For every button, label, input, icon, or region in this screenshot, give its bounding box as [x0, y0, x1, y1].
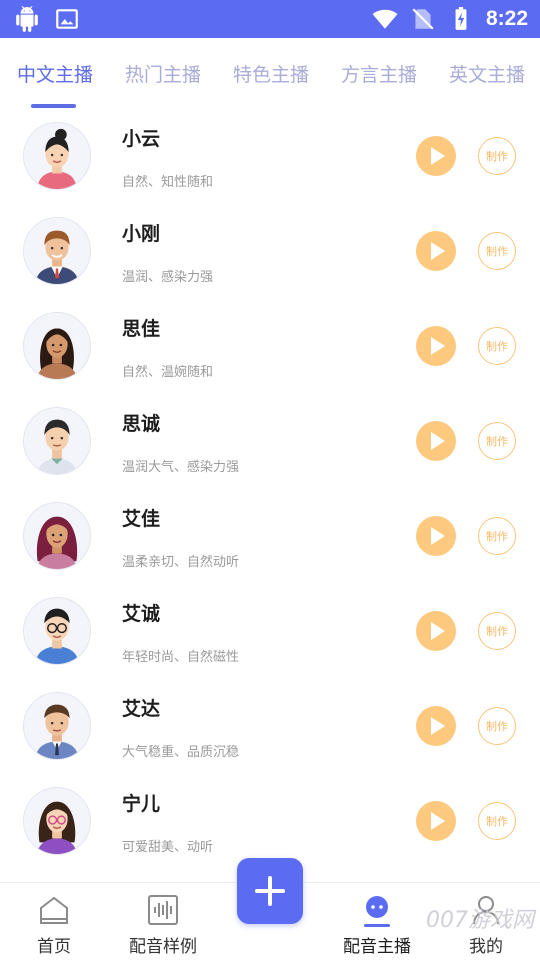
anchor-description: 温润大气、感染力强: [122, 460, 240, 475]
tab-featured-anchor[interactable]: 特色主播: [233, 60, 309, 87]
no-sim-icon: [412, 8, 434, 30]
play-button[interactable]: [416, 516, 456, 556]
make-button[interactable]: 制作: [478, 422, 516, 460]
nav-label: 首页: [37, 937, 71, 957]
make-button[interactable]: 制作: [478, 802, 516, 840]
image-icon: [56, 9, 78, 29]
female-curly-avatar-icon: [36, 516, 78, 569]
waveform-icon: [148, 895, 178, 925]
play-button[interactable]: [416, 706, 456, 746]
status-time: 8:22: [485, 7, 528, 30]
female-bun-avatar-icon: [37, 128, 77, 189]
nav-dubbing-anchors[interactable]: 配音主播: [334, 883, 420, 961]
tab-english-anchor[interactable]: 英文主播: [449, 60, 525, 87]
nav-dubbing-samples[interactable]: 配音样例: [118, 883, 208, 961]
make-button[interactable]: 制作: [478, 707, 516, 745]
wifi-icon: [372, 9, 398, 29]
avatar: [23, 692, 91, 760]
category-tabs: 中文主播 热门主播 特色主播 方言主播 英文主播: [0, 38, 540, 110]
anchor-description: 自然、温婉随和: [122, 365, 214, 380]
nav-label: 配音主播: [343, 937, 411, 957]
play-button[interactable]: [416, 611, 456, 651]
avatar: [23, 407, 91, 475]
male-glasses-avatar-icon: [35, 608, 79, 664]
anchor-description: 温柔亲切、自然动听: [122, 555, 240, 570]
anchor-description: 可爱甜美、动听: [122, 840, 214, 855]
list-item[interactable]: 宁儿 可爱甜美、动听 制作: [0, 775, 540, 870]
play-button[interactable]: [416, 326, 456, 366]
anchor-description: 自然、知性随和: [122, 175, 214, 190]
anchor-name: 思佳: [122, 318, 161, 340]
avatar: [23, 217, 91, 285]
make-button[interactable]: 制作: [478, 327, 516, 365]
list-item[interactable]: 艾佳 温柔亲切、自然动听 制作: [0, 490, 540, 585]
status-bar: 8:22: [0, 0, 540, 38]
nav-label: 配音样例: [129, 937, 197, 957]
anchor-name: 艾诚: [122, 603, 161, 625]
make-button[interactable]: 制作: [478, 612, 516, 650]
avatar: [23, 597, 91, 665]
make-button[interactable]: 制作: [478, 517, 516, 555]
play-button[interactable]: [416, 136, 456, 176]
avatar: [23, 787, 91, 855]
anchor-name: 艾达: [122, 698, 161, 720]
nav-home[interactable]: 首页: [14, 883, 94, 961]
anchor-description: 大气稳重、品质沉稳: [122, 745, 240, 760]
add-button[interactable]: [237, 858, 303, 924]
anchor-name: 思诚: [122, 413, 161, 435]
anchor-face-icon: [364, 896, 390, 927]
anchor-list: 小云 自然、知性随和 制作 小刚 温润、感染力强 制作 思佳 自然、温婉随和 制…: [0, 110, 540, 882]
tab-hot-anchor[interactable]: 热门主播: [125, 60, 201, 87]
watermark: 007游戏网: [426, 908, 534, 933]
anchor-name: 艾佳: [122, 508, 161, 530]
anchor-name: 小云: [122, 128, 161, 150]
list-item[interactable]: 艾达 大气稳重、品质沉稳 制作: [0, 680, 540, 775]
tab-dialect-anchor[interactable]: 方言主播: [341, 60, 417, 87]
android-icon: [16, 6, 38, 32]
list-item[interactable]: 思佳 自然、温婉随和 制作: [0, 300, 540, 395]
male-tie-avatar-icon: [35, 704, 79, 759]
male-suit-avatar-icon: [35, 230, 79, 284]
active-tab-indicator: [31, 104, 76, 108]
list-item[interactable]: 小刚 温润、感染力强 制作: [0, 205, 540, 300]
home-icon: [40, 896, 68, 924]
list-item[interactable]: 艾诚 年轻时尚、自然磁性 制作: [0, 585, 540, 680]
female-glasses-avatar-icon: [37, 801, 77, 854]
list-item[interactable]: 小云 自然、知性随和 制作: [0, 110, 540, 205]
play-button[interactable]: [416, 801, 456, 841]
anchor-name: 宁儿: [122, 793, 161, 815]
list-item[interactable]: 思诚 温润大气、感染力强 制作: [0, 395, 540, 490]
avatar: [23, 312, 91, 380]
female-long-hair-avatar-icon: [37, 328, 77, 379]
avatar: [23, 502, 91, 570]
battery-charging-icon: [455, 7, 467, 30]
anchor-name: 小刚: [122, 223, 161, 245]
anchor-description: 年轻时尚、自然磁性: [122, 650, 240, 665]
tab-chinese-anchor[interactable]: 中文主播: [17, 60, 93, 87]
male-young-avatar-icon: [37, 419, 77, 474]
avatar: [23, 122, 91, 190]
make-button[interactable]: 制作: [478, 137, 516, 175]
play-button[interactable]: [416, 231, 456, 271]
nav-label: 我的: [469, 937, 503, 957]
play-button[interactable]: [416, 421, 456, 461]
make-button[interactable]: 制作: [478, 232, 516, 270]
anchor-description: 温润、感染力强: [122, 270, 214, 285]
